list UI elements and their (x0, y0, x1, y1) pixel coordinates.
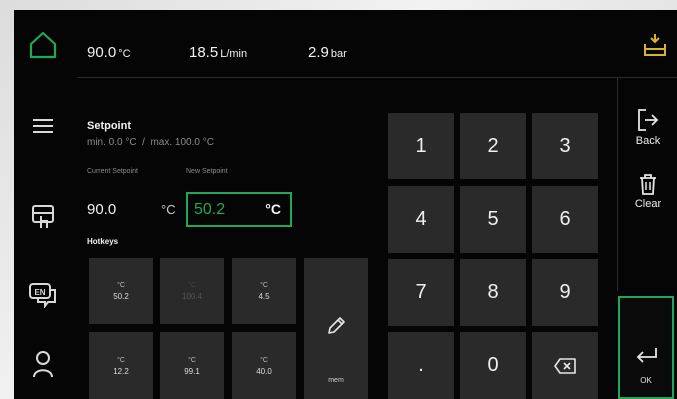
back-label: Back (635, 135, 661, 147)
trash-icon (639, 173, 657, 195)
keypad-key-7[interactable]: 7 (388, 259, 454, 326)
hotkey-button[interactable]: °C 40.0 (232, 332, 296, 399)
backspace-icon (554, 357, 576, 374)
status-divider (77, 77, 677, 78)
keypad-key-2[interactable]: 2 (460, 113, 526, 179)
flow-unit: L/min (220, 48, 248, 60)
bath-icon[interactable] (642, 32, 668, 58)
current-setpoint-label: Current Setpoint (87, 168, 138, 175)
device-screen: EN 90.0 °C 18.5 L/min 2.9 bar Setpoint min.… (14, 10, 677, 399)
hotkey-value: 40.0 (256, 366, 272, 376)
keypad-key-4[interactable]: 4 (388, 186, 454, 253)
keypad-key-1[interactable]: 1 (388, 113, 454, 179)
pressure-unit: bar (330, 48, 347, 60)
setpoint-range: min. 0.0 °C / max. 100.0 °C (87, 137, 214, 148)
hotkey-value: 99.1 (184, 366, 200, 376)
keypad-key-decimal[interactable]: . (388, 332, 454, 399)
hotkey-value: 100.4 (181, 292, 203, 301)
temperature-value: 90.0 (87, 44, 117, 61)
mem-label: mem (328, 377, 344, 384)
touch-device-icon[interactable] (30, 204, 56, 230)
ok-button[interactable]: OK (618, 296, 674, 399)
new-setpoint-field[interactable]: 50.2 °C (186, 192, 292, 227)
keypad-key-5[interactable]: 5 (460, 186, 526, 253)
clear-button[interactable]: Clear (622, 173, 674, 210)
hotkey-value: 4.5 (258, 292, 270, 301)
hotkey-value: 12.2 (113, 366, 129, 376)
hotkey-button[interactable]: °C 99.1 (160, 332, 224, 399)
current-setpoint-value: 90.0 (87, 201, 117, 218)
pressure-readout: 2.9 bar (308, 44, 347, 61)
flow-value: 18.5 (189, 44, 219, 61)
svg-text:EN: EN (34, 288, 45, 297)
back-icon (637, 108, 659, 132)
hotkey-unit: °C (188, 356, 196, 364)
hotkey-unit: °C (188, 282, 196, 289)
keypad-key-9[interactable]: 9 (532, 259, 598, 326)
hotkey-unit: °C (117, 282, 125, 289)
temperature-unit: °C (118, 48, 131, 60)
user-icon[interactable] (32, 350, 54, 378)
home-icon[interactable] (28, 30, 58, 60)
back-button[interactable]: Back (622, 108, 674, 147)
hotkeys-title: Hotkeys (87, 237, 119, 246)
new-setpoint-unit: °C (265, 201, 281, 217)
language-icon[interactable]: EN (28, 282, 58, 308)
new-setpoint-value: 50.2 (194, 201, 226, 218)
clear-label: Clear (634, 198, 662, 210)
new-setpoint-label: New Setpoint (186, 168, 228, 175)
hotkey-button[interactable]: °C 4.5 (232, 258, 296, 324)
flow-readout: 18.5 L/min (189, 44, 247, 61)
enter-icon (635, 346, 659, 366)
hotkey-button[interactable]: °C 12.2 (89, 332, 153, 399)
keypad-key-8[interactable]: 8 (460, 259, 526, 326)
action-divider (617, 77, 618, 291)
keypad-key-3[interactable]: 3 (532, 113, 598, 179)
ok-label: OK (640, 376, 652, 385)
hotkey-value: 50.2 (113, 292, 129, 301)
setpoint-title: Setpoint (87, 120, 131, 132)
hotkey-unit: °C (260, 282, 268, 289)
keypad-backspace-button[interactable] (532, 332, 598, 399)
current-setpoint-unit: °C (161, 202, 176, 217)
hotkey-button[interactable]: °C 50.2 (89, 258, 153, 324)
hotkey-memory-button[interactable]: mem (304, 258, 368, 399)
keypad-key-0[interactable]: 0 (460, 332, 526, 399)
hotkey-unit: °C (117, 356, 125, 364)
temperature-readout: 90.0 °C (87, 44, 131, 61)
hotkey-unit: °C (260, 356, 268, 364)
pencil-icon (326, 316, 346, 336)
hotkey-button[interactable]: °C 100.4 (160, 258, 224, 324)
menu-icon[interactable] (32, 118, 54, 134)
keypad-key-6[interactable]: 6 (532, 186, 598, 253)
pressure-value: 2.9 (308, 44, 329, 61)
